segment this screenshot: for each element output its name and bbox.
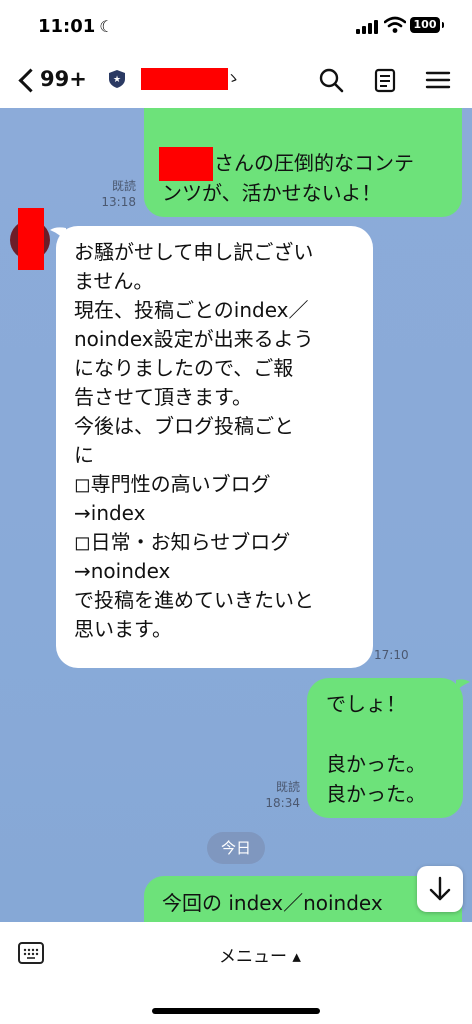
scroll-to-bottom-button[interactable]: [417, 866, 463, 912]
message-line: さんの圧倒的なコンテ: [214, 151, 414, 175]
message-line: 良かった。: [326, 782, 426, 806]
message-line: に: [74, 443, 94, 467]
status-bar: 11:01 ☾ 100: [0, 0, 472, 54]
received-message-bubble[interactable]: お騒がせして申し訳ござい ません。現在、投稿ごとのindex／ noindex設定が…: [56, 226, 373, 668]
message-meta: 既読 13:18: [80, 178, 136, 210]
message-time: 17:10: [374, 648, 409, 662]
message-line: 思います。: [74, 617, 172, 641]
message-line: ンツが、活かせないよ！: [162, 181, 382, 205]
message-line: →index: [74, 501, 146, 525]
sent-message-bubble[interactable]: さんの圧倒的なコンテ ンツが、活かせないよ！: [144, 108, 462, 217]
message-line: ません。: [74, 269, 154, 293]
message-line: 告させて頂きます。: [74, 385, 252, 409]
menu-button[interactable]: メニュー ▴: [219, 942, 301, 967]
battery-indicator: 100: [410, 17, 444, 33]
message-line: になりましたので、ご報: [74, 356, 294, 380]
sent-message-bubble[interactable]: 今回の index／noindex: [144, 876, 462, 922]
message-line: ◻︎専門性の高いブログ: [74, 472, 271, 496]
chat-header: 99+ ★ ゝ: [0, 54, 472, 108]
message-line: お騒がせして申し訳ござい: [74, 240, 314, 264]
contact-name-tail: ゝ: [226, 71, 240, 87]
status-time: 11:01 ☾: [38, 16, 114, 37]
svg-text:★: ★: [113, 75, 121, 85]
bottom-bar: メニュー ▴: [0, 922, 472, 1024]
message-line: [326, 719, 426, 749]
keyboard-icon[interactable]: [18, 942, 44, 964]
search-icon[interactable]: [317, 66, 345, 94]
unread-count[interactable]: 99+: [40, 67, 87, 91]
message-line: で投稿を進めていきたいと: [74, 588, 314, 612]
date-divider: 今日: [207, 832, 265, 864]
home-indicator: [152, 1008, 320, 1014]
shield-star-icon: ★: [109, 70, 125, 88]
bubble-tail: [456, 679, 470, 692]
message-time: 18:34: [265, 796, 300, 810]
signal-icon: [356, 20, 378, 34]
sent-message-bubble[interactable]: でしょ！ 良かった。 良かった。: [307, 678, 463, 818]
message-line: 現在、投稿ごとのindex／: [74, 298, 309, 322]
arrow-down-icon: [429, 876, 451, 901]
read-receipt: 既読: [275, 780, 300, 794]
message-line: →noindex: [74, 559, 171, 583]
message-text: でしょ！ 良かった。 良かった。: [326, 689, 426, 809]
message-line: 今回の index／noindex: [162, 891, 383, 915]
back-chevron-icon[interactable]: [18, 68, 43, 93]
read-receipt: 既読: [111, 179, 136, 193]
message-line: ◻︎日常・お知らせブログ: [74, 530, 291, 554]
message-line: 良かった。: [326, 752, 426, 776]
time-text: 11:01: [38, 16, 96, 37]
redacted-contact-name: [141, 68, 228, 90]
redacted-avatar: [18, 208, 44, 270]
message-line: 今後は、ブログ投稿ごと: [74, 414, 294, 438]
wifi-icon: [384, 16, 406, 33]
hamburger-menu-icon[interactable]: [424, 66, 452, 94]
chat-area[interactable]: さんの圧倒的なコンテ ンツが、活かせないよ！ 既読 13:18 お騒がせして申し…: [0, 108, 472, 922]
message-time: 13:18: [101, 195, 136, 209]
redacted-name: [159, 147, 213, 181]
message-line: noindex設定が出来るよう: [74, 327, 314, 351]
message-line: でしょ！: [326, 692, 406, 716]
notes-icon[interactable]: [371, 66, 399, 94]
message-text: お騒がせして申し訳ござい ません。現在、投稿ごとのindex／ noindex設定が…: [74, 238, 314, 644]
moon-icon: ☾: [99, 17, 114, 36]
message-meta: 既読 18:34: [246, 779, 300, 811]
